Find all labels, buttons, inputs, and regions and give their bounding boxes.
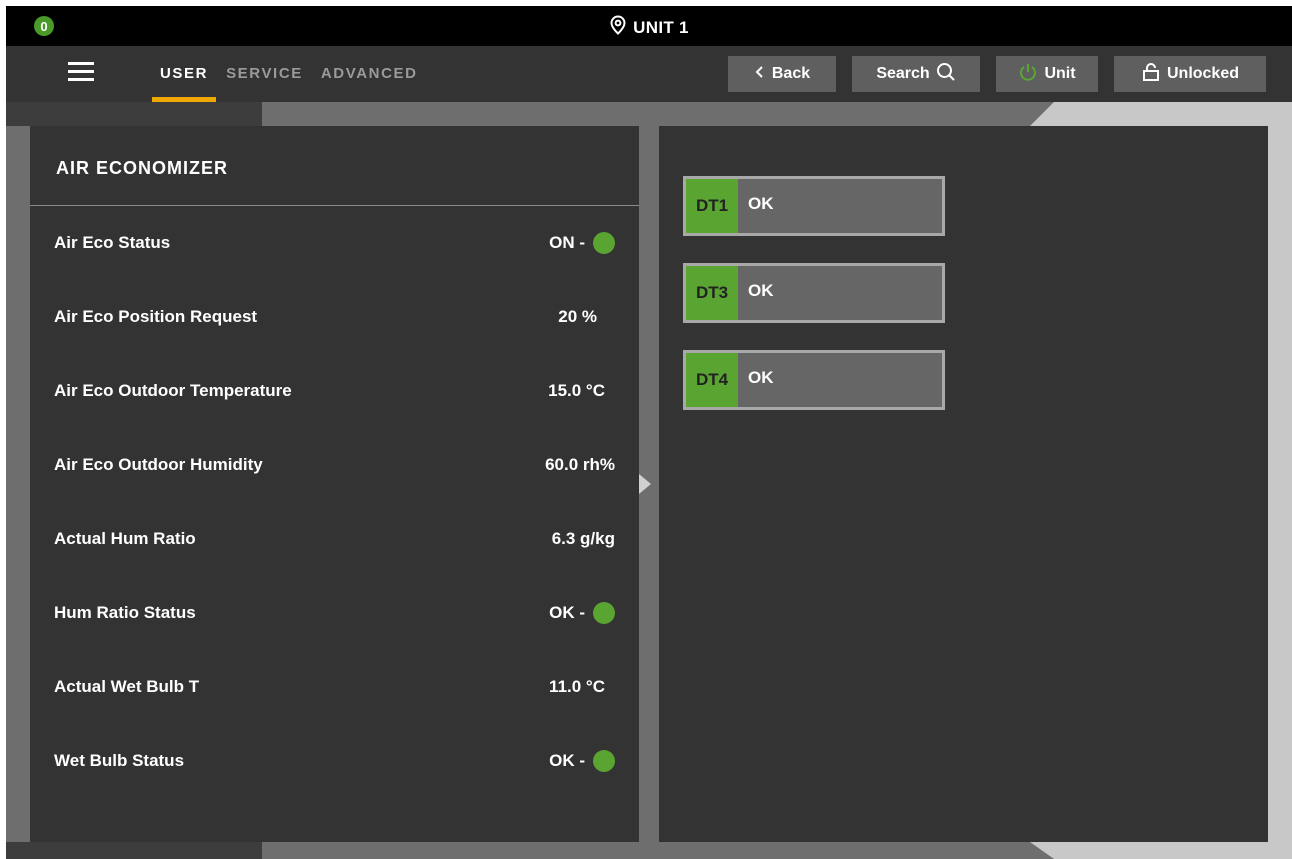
sensor-card-dt1[interactable]: DT1 OK	[683, 176, 945, 236]
row-value: ON -	[549, 232, 615, 254]
sensor-tag: DT3	[686, 266, 738, 320]
list-item[interactable]: Actual Hum Ratio 6.3 g/kg	[30, 502, 639, 576]
sensor-status: OK	[748, 368, 774, 387]
decor-band	[1268, 102, 1292, 859]
row-label: Hum Ratio Status	[54, 603, 196, 622]
tab-service[interactable]: SERVICE	[218, 46, 311, 102]
list-item[interactable]: Air Eco Outdoor Temperature 15.0 °C	[30, 354, 639, 428]
row-label: Air Eco Outdoor Humidity	[54, 455, 263, 474]
list-item[interactable]: Hum Ratio Status OK -	[30, 576, 639, 650]
tab-advanced[interactable]: ADVANCED	[313, 46, 426, 102]
row-value-text: OK -	[549, 603, 585, 622]
list-item[interactable]: Air Eco Status ON -	[30, 206, 639, 280]
row-value: 20 %	[558, 307, 597, 326]
row-value-text: ON -	[549, 233, 585, 252]
row-value: 60.0 rh%	[545, 455, 615, 474]
row-value: 15.0 °C	[548, 381, 605, 400]
unlocked-icon	[1141, 62, 1161, 87]
sensor-status: OK	[748, 194, 774, 213]
unit-title-text: UNIT 1	[633, 17, 689, 37]
decor-band	[1030, 842, 1292, 859]
tab-user[interactable]: USER	[152, 46, 217, 102]
status-dot-icon	[593, 232, 615, 254]
search-icon	[936, 62, 956, 87]
status-dot-icon	[593, 750, 615, 772]
row-label: Air Eco Status	[54, 233, 171, 252]
back-button[interactable]: Back	[728, 56, 836, 92]
list-item[interactable]: Air Eco Position Request 20 %	[30, 280, 639, 354]
row-value: OK -	[549, 602, 615, 624]
sensor-status: OK	[748, 281, 774, 300]
sensor-status-panel: DT1 OK DT3 OK DT4 OK	[659, 126, 1268, 842]
decor-band	[6, 842, 262, 859]
unit-title: UNIT 1	[6, 15, 1292, 40]
sensor-card-dt4[interactable]: DT4 OK	[683, 350, 945, 410]
tab-bar: USER SERVICE ADVANCED	[152, 46, 428, 102]
row-value: 11.0 °C	[549, 677, 605, 696]
list-item[interactable]: Actual Wet Bulb T 11.0 °C	[30, 650, 639, 724]
sensor-card-dt3[interactable]: DT3 OK	[683, 263, 945, 323]
decor-band	[1030, 102, 1292, 126]
lock-label: Unlocked	[1166, 65, 1239, 82]
title-bar: 0 UNIT 1	[6, 6, 1292, 46]
hamburger-menu-icon[interactable]	[68, 62, 94, 84]
panel-title: AIR ECONOMIZER	[56, 158, 229, 178]
list-item[interactable]: Air Eco Outdoor Humidity 60.0 rh%	[30, 428, 639, 502]
back-label: Back	[771, 65, 811, 82]
lock-button[interactable]: Unlocked	[1114, 56, 1266, 92]
row-label: Actual Hum Ratio	[54, 529, 196, 548]
row-label: Actual Wet Bulb T	[54, 677, 200, 696]
row-value-text: OK -	[549, 751, 585, 770]
sensor-tag: DT4	[686, 353, 738, 407]
unit-power-button[interactable]: Unit	[996, 56, 1098, 92]
search-label: Search	[876, 65, 930, 82]
unit-label: Unit	[1044, 65, 1076, 82]
search-button[interactable]: Search	[852, 56, 980, 92]
decor-band	[6, 102, 262, 126]
parameter-list: Air Eco Status ON - Air Eco Position Req…	[30, 206, 639, 798]
row-label: Wet Bulb Status	[54, 751, 185, 770]
status-dot-icon	[593, 602, 615, 624]
panel-divider-arrow-icon	[639, 474, 651, 494]
power-icon	[1018, 62, 1038, 87]
row-label: Air Eco Position Request	[54, 307, 258, 326]
chevron-left-icon	[754, 65, 766, 84]
list-item[interactable]: Wet Bulb Status OK -	[30, 724, 639, 798]
sensor-tag: DT1	[686, 179, 738, 233]
nav-bar: USER SERVICE ADVANCED Back Search Unit U…	[6, 46, 1292, 102]
row-value: 6.3 g/kg	[551, 529, 615, 548]
location-pin-icon	[609, 15, 627, 40]
air-economizer-panel: AIR ECONOMIZER Air Eco Status ON - Air E…	[30, 126, 639, 842]
row-value: OK -	[549, 750, 615, 772]
row-label: Air Eco Outdoor Temperature	[54, 381, 292, 400]
